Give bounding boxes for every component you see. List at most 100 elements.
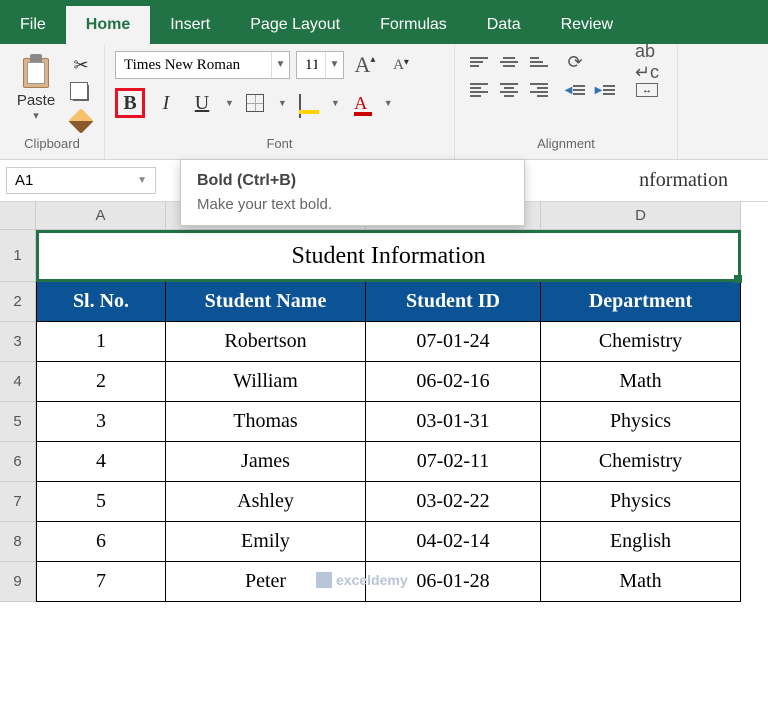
cell[interactable]: 06-01-28: [366, 562, 541, 602]
chevron-down-icon[interactable]: ▼: [325, 52, 343, 78]
tab-review[interactable]: Review: [541, 6, 633, 44]
chevron-down-icon[interactable]: ▼: [137, 175, 147, 186]
cell[interactable]: 07-01-24: [366, 322, 541, 362]
italic-button[interactable]: I: [151, 88, 181, 118]
cell[interactable]: 04-02-14: [366, 522, 541, 562]
header-cell[interactable]: Sl. No.: [36, 282, 166, 322]
underline-button[interactable]: U: [187, 88, 217, 118]
tab-formulas[interactable]: Formulas: [360, 6, 467, 44]
table-row: 5 Ashley 03-02-22 Physics: [36, 482, 768, 522]
selection-handle[interactable]: [734, 275, 742, 283]
orientation-button[interactable]: ⟳: [561, 50, 589, 74]
cell[interactable]: English: [541, 522, 741, 562]
chevron-down-icon[interactable]: ▼: [225, 98, 234, 108]
cell[interactable]: Chemistry: [541, 322, 741, 362]
cell[interactable]: Math: [541, 562, 741, 602]
cell[interactable]: William: [166, 362, 366, 402]
name-box[interactable]: A1 ▼: [6, 167, 156, 194]
cell[interactable]: Physics: [541, 482, 741, 522]
row-header[interactable]: 1: [0, 230, 36, 282]
merge-icon: ↔: [636, 83, 658, 97]
font-size-input[interactable]: [297, 57, 325, 74]
align-middle-button[interactable]: [495, 50, 523, 74]
table-header-row: Sl. No. Student Name Student ID Departme…: [36, 282, 768, 322]
tab-insert[interactable]: Insert: [150, 6, 230, 44]
align-left-button[interactable]: [465, 78, 493, 102]
chevron-down-icon[interactable]: ▼: [278, 98, 287, 108]
cell[interactable]: 2: [36, 362, 166, 402]
cell[interactable]: 03-01-31: [366, 402, 541, 442]
cell[interactable]: 06-02-16: [366, 362, 541, 402]
align-center-button[interactable]: [495, 78, 523, 102]
font-color-icon: A: [354, 93, 367, 114]
cell[interactable]: Math: [541, 362, 741, 402]
merged-title-cell[interactable]: Student Information: [36, 230, 741, 282]
font-size-combo[interactable]: ▼: [296, 51, 344, 79]
chevron-down-icon[interactable]: ▼: [384, 98, 393, 108]
table-row: 3 Thomas 03-01-31 Physics: [36, 402, 768, 442]
header-cell[interactable]: Student ID: [366, 282, 541, 322]
row-header[interactable]: 3: [0, 322, 36, 362]
fill-color-button[interactable]: [293, 88, 323, 118]
font-name-input[interactable]: [116, 57, 271, 74]
col-header[interactable]: D: [541, 202, 741, 230]
grow-font-button[interactable]: A▴: [350, 50, 380, 80]
row-header[interactable]: 9: [0, 562, 36, 602]
cell[interactable]: Chemistry: [541, 442, 741, 482]
select-all-corner[interactable]: [0, 202, 36, 230]
cut-button[interactable]: ✂: [68, 54, 94, 76]
cell[interactable]: Ashley: [166, 482, 366, 522]
chevron-down-icon[interactable]: ▾: [33, 109, 39, 122]
decrease-indent-button[interactable]: ◀: [561, 78, 589, 102]
cell[interactable]: James: [166, 442, 366, 482]
shrink-font-button[interactable]: A▾: [386, 50, 416, 80]
cell[interactable]: 7: [36, 562, 166, 602]
align-top-button[interactable]: [465, 50, 493, 74]
header-cell[interactable]: Department: [541, 282, 741, 322]
increase-indent-button[interactable]: ▶: [591, 78, 619, 102]
cell[interactable]: Peter: [166, 562, 366, 602]
align-right-button[interactable]: [525, 78, 553, 102]
cell[interactable]: 5: [36, 482, 166, 522]
cell[interactable]: 03-02-22: [366, 482, 541, 522]
row-header[interactable]: 2: [0, 282, 36, 322]
col-header[interactable]: A: [36, 202, 166, 230]
format-painter-button[interactable]: [68, 110, 94, 132]
cell[interactable]: Physics: [541, 402, 741, 442]
borders-button[interactable]: [240, 88, 270, 118]
font-name-combo[interactable]: ▼: [115, 51, 290, 79]
row-header[interactable]: 6: [0, 442, 36, 482]
merge-center-button[interactable]: ↔: [627, 78, 667, 102]
bold-button[interactable]: B: [115, 88, 145, 118]
borders-icon: [246, 94, 264, 112]
row-header[interactable]: 5: [0, 402, 36, 442]
cell[interactable]: Robertson: [166, 322, 366, 362]
row-header[interactable]: 4: [0, 362, 36, 402]
cell[interactable]: 3: [36, 402, 166, 442]
cell[interactable]: Thomas: [166, 402, 366, 442]
chevron-down-icon[interactable]: ▼: [331, 98, 340, 108]
chevron-down-icon[interactable]: ▼: [271, 52, 289, 78]
tab-home[interactable]: Home: [66, 6, 150, 44]
cell[interactable]: 1: [36, 322, 166, 362]
wrap-text-button[interactable]: ab↵c: [627, 50, 667, 74]
align-bottom-button[interactable]: [525, 50, 553, 74]
tab-data[interactable]: Data: [467, 6, 541, 44]
cell[interactable]: 4: [36, 442, 166, 482]
paste-button[interactable]: Paste ▾: [10, 50, 62, 122]
group-label-font: Font: [115, 132, 444, 157]
tab-file[interactable]: File: [0, 6, 66, 44]
header-cell[interactable]: Student Name: [166, 282, 366, 322]
font-color-button[interactable]: A: [346, 88, 376, 118]
cell[interactable]: 07-02-11: [366, 442, 541, 482]
row-header[interactable]: 7: [0, 482, 36, 522]
tooltip-bold: Bold (Ctrl+B) Make your text bold.: [180, 159, 525, 226]
tab-page-layout[interactable]: Page Layout: [230, 6, 360, 44]
copy-button[interactable]: [68, 82, 94, 104]
table-row: 6 Emily 04-02-14 English: [36, 522, 768, 562]
table-row: 1 Robertson 07-01-24 Chemistry: [36, 322, 768, 362]
row-header[interactable]: 8: [0, 522, 36, 562]
group-alignment: ⟳ ◀ ▶ ab↵c ↔ Alignment: [455, 44, 678, 159]
cell[interactable]: 6: [36, 522, 166, 562]
cell[interactable]: Emily: [166, 522, 366, 562]
